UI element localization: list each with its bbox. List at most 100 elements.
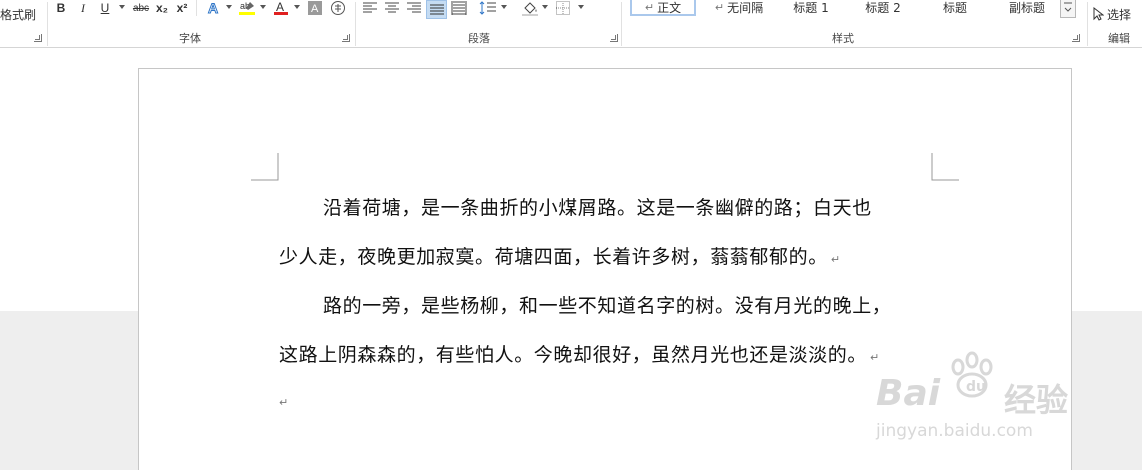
paragraph-mark-icon: ↵ <box>644 0 655 14</box>
style-subtitle-label: 副标题 <box>1008 0 1045 15</box>
subscript-label: x₂ <box>155 1 168 15</box>
highlight-button[interactable]: ab <box>238 0 256 16</box>
align-center-icon <box>385 2 399 13</box>
subscript-button[interactable]: x₂ <box>155 0 169 16</box>
paragraph-mark-icon: ↵ <box>714 0 725 14</box>
cursor-arrow-icon <box>1093 7 1104 21</box>
editing-group: 选择 编辑 <box>1088 0 1142 48</box>
borders-icon <box>556 1 570 15</box>
bold-button[interactable]: B <box>54 0 68 16</box>
strikethrough-button[interactable]: abc <box>130 0 152 16</box>
enclose-characters-icon <box>331 1 345 15</box>
style-normal-label: 正文 <box>657 0 682 15</box>
underline-label: U <box>100 1 110 15</box>
document-line: 少人走，夜晚更加寂寞。荷塘四面，长着许多树，蓊蓊郁郁的。 ↵ <box>279 242 841 269</box>
superscript-label: x² <box>176 1 188 15</box>
style-normal[interactable]: ↵ 正文 <box>630 0 696 16</box>
highlight-dropdown-icon[interactable] <box>260 5 266 9</box>
format-painter-button[interactable]: 格式刷 <box>0 6 38 22</box>
crop-mark-top-left <box>251 153 279 181</box>
highlighter-icon: ab <box>239 1 255 15</box>
align-center-button[interactable] <box>383 0 401 16</box>
style-no-spacing-label: 无间隔 <box>727 0 764 15</box>
align-left-icon <box>363 2 377 13</box>
svg-text:du: du <box>966 379 986 395</box>
font-group-label: 字体 <box>179 32 201 45</box>
paragraph-launcher-icon[interactable] <box>610 34 618 42</box>
style-title[interactable]: 标题 <box>922 0 988 16</box>
crop-mark-top-right <box>931 153 959 181</box>
style-heading-2-label: 标题 2 <box>865 0 901 15</box>
select-button[interactable]: 选择 <box>1092 6 1142 22</box>
paw-logo-icon: du <box>951 351 993 398</box>
style-no-spacing[interactable]: ↵ 无间隔 <box>706 0 772 16</box>
watermark-url: jingyan.baidu.com <box>876 421 1033 441</box>
align-right-icon <box>407 2 421 13</box>
justify-button[interactable] <box>426 0 447 19</box>
borders-button[interactable] <box>555 0 571 16</box>
styles-gallery: ↵ 正文 ↵ 无间隔 标题 1 标题 2 标题 副标题 <box>626 0 1076 18</box>
italic-button[interactable]: I <box>76 0 90 16</box>
styles-group-label: 样式 <box>832 32 854 45</box>
word-window: 格式刷 B I U abc x₂ x² A ab A A 字体 段落 样式 ↵ … <box>0 0 1142 470</box>
paragraph-group-label: 段落 <box>468 32 490 45</box>
clipboard-launcher-icon[interactable] <box>34 34 42 42</box>
paragraph-group: 段落 <box>356 0 620 48</box>
editing-group-label: 编辑 <box>1108 32 1130 45</box>
paragraph-mark-icon: ↵ <box>830 253 841 266</box>
style-heading-2[interactable]: 标题 2 <box>850 0 916 16</box>
font-launcher-icon[interactable] <box>342 34 350 42</box>
format-painter-label: 格式刷 <box>0 7 37 22</box>
document-line-text: 沿着荷塘，是一条曲折的小煤屑路。这是一条幽僻的路；白天也 <box>323 197 872 219</box>
text-effects-dropdown-icon[interactable] <box>226 5 232 9</box>
justify-icon <box>429 4 444 14</box>
style-subtitle[interactable]: 副标题 <box>994 0 1060 16</box>
chevron-down-icon <box>1064 2 1072 12</box>
svg-text:A: A <box>208 0 218 16</box>
font-color-dropdown-icon[interactable] <box>294 5 300 9</box>
distributed-icon <box>451 1 467 15</box>
character-shading-icon: A <box>308 1 322 15</box>
watermark-brand-cn: 经验 <box>1004 381 1069 419</box>
ribbon: 格式刷 B I U abc x₂ x² A ab A A 字体 段落 样式 ↵ … <box>0 0 1142 48</box>
document-line: 这路上阴森森的，有些怕人。今晚却很好，虽然月光也还是淡淡的。 ↵ <box>279 340 880 367</box>
paragraph-mark-icon: ↵ <box>279 396 289 409</box>
italic-label: I <box>81 0 85 15</box>
character-shading-button[interactable]: A <box>307 0 323 16</box>
document-line: 沿着荷塘，是一条曲折的小煤屑路。这是一条幽僻的路；白天也 <box>323 193 872 220</box>
style-heading-1-label: 标题 1 <box>793 0 829 15</box>
clipboard-group: 格式刷 <box>0 0 46 48</box>
underline-dropdown-icon[interactable] <box>119 5 125 9</box>
shading-button[interactable] <box>521 0 539 16</box>
select-label: 选择 <box>1107 7 1132 22</box>
strikethrough-label: abc <box>132 2 150 14</box>
borders-dropdown-icon[interactable] <box>578 5 584 9</box>
document-line-text: 路的一旁，是些杨柳，和一些不知道名字的树。没有月光的晚上， <box>323 295 892 317</box>
paint-bucket-icon <box>522 2 538 16</box>
styles-launcher-icon[interactable] <box>1072 34 1080 42</box>
watermark-brand: Bai <box>876 373 941 414</box>
shading-dropdown-icon[interactable] <box>542 5 548 9</box>
enclose-characters-button[interactable] <box>330 0 346 16</box>
align-right-button[interactable] <box>405 0 423 16</box>
line-spacing-button[interactable] <box>479 0 497 16</box>
font-color-button[interactable]: A <box>273 0 289 16</box>
text-effects-button[interactable]: A <box>205 0 223 16</box>
font-group: B I U abc x₂ x² A ab A A 字体 <box>48 0 354 48</box>
font-divider <box>196 0 197 16</box>
document-line: 路的一旁，是些杨柳，和一些不知道名字的树。没有月光的晚上， <box>323 291 891 318</box>
document-line-text: 这路上阴森森的，有些怕人。今晚却很好，虽然月光也还是淡淡的。 <box>279 344 868 366</box>
text-effects-icon: A <box>208 0 219 16</box>
align-left-button[interactable] <box>361 0 379 16</box>
style-title-label: 标题 <box>942 0 967 15</box>
superscript-button[interactable]: x² <box>175 0 189 16</box>
empty-paragraph: ↵ <box>279 389 289 411</box>
styles-more-button[interactable] <box>1060 0 1076 18</box>
underline-button[interactable]: U <box>98 0 112 16</box>
distributed-button[interactable] <box>450 0 468 16</box>
document-line-text: 少人走，夜晚更加寂寞。荷塘四面，长着许多树，蓊蓊郁郁的。 <box>279 246 828 268</box>
style-heading-1[interactable]: 标题 1 <box>778 0 844 16</box>
bold-label: B <box>56 1 66 15</box>
line-spacing-dropdown-icon[interactable] <box>501 5 507 9</box>
baidu-jingyan-watermark: Bai du 经验 jingyan.baidu.com <box>870 345 1100 450</box>
